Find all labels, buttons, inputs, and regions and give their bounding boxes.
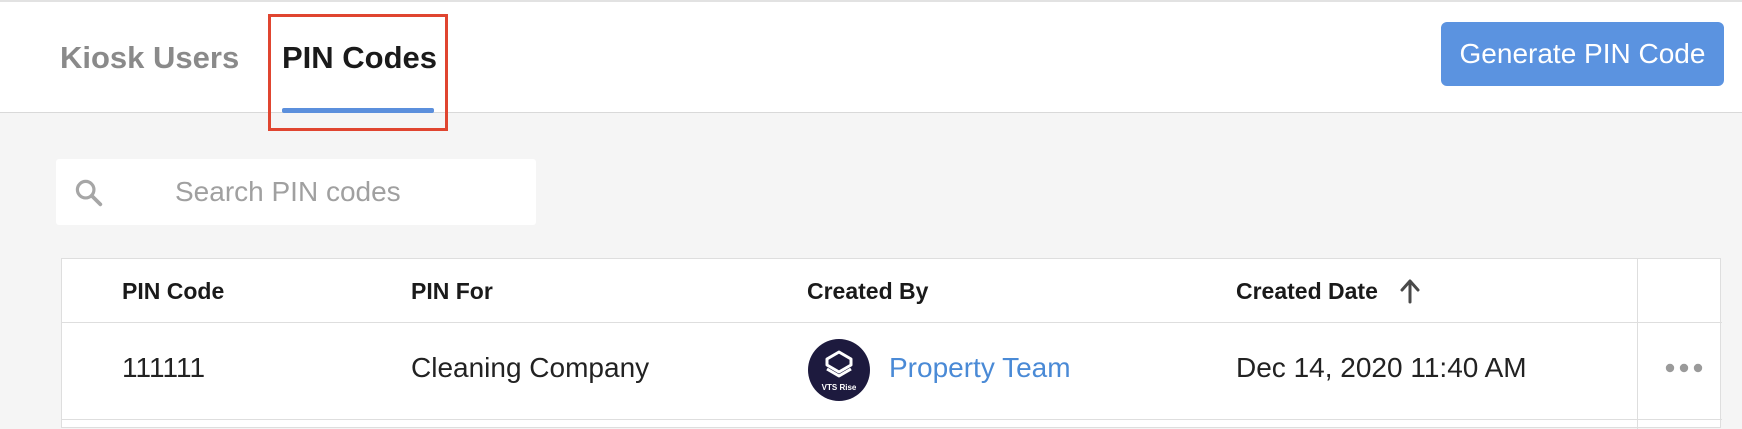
arrow-up-icon[interactable]	[1398, 277, 1422, 305]
created-by-link[interactable]: Property Team	[889, 351, 1071, 385]
column-header-created-date[interactable]: Created Date	[1236, 277, 1378, 305]
tab-kiosk-users[interactable]: Kiosk Users	[60, 38, 239, 78]
annotation-highlight-box	[268, 14, 448, 131]
column-header-created-by[interactable]: Created By	[807, 277, 928, 305]
search-input[interactable]	[120, 159, 520, 225]
cell-pin-code: 111111	[122, 352, 206, 383]
cell-pin-for: Cleaning Company	[411, 352, 650, 383]
creator-avatar: VTS Rise	[808, 339, 870, 401]
row-divider	[62, 419, 1722, 420]
search-box	[56, 159, 536, 225]
top-navigation-bar: Kiosk Users PIN Codes Generate PIN Code	[0, 0, 1742, 113]
table-header-row: PIN Code PIN For Created By Created Date	[62, 259, 1722, 323]
avatar-logo-text: VTS Rise	[822, 383, 857, 392]
column-header-pin-code[interactable]: PIN Code	[122, 277, 224, 305]
vts-rise-logo-icon: VTS Rise	[822, 350, 857, 392]
actions-column-divider	[1637, 259, 1638, 429]
cell-created-date: Dec 14, 2020 11:40 AM	[1236, 352, 1527, 383]
more-horizontal-icon[interactable]	[1662, 354, 1706, 382]
column-header-pin-for[interactable]: PIN For	[411, 277, 493, 305]
pin-codes-table: PIN Code PIN For Created By Created Date…	[61, 258, 1722, 429]
search-icon	[75, 179, 103, 207]
generate-pin-code-button[interactable]: Generate PIN Code	[1441, 22, 1724, 86]
